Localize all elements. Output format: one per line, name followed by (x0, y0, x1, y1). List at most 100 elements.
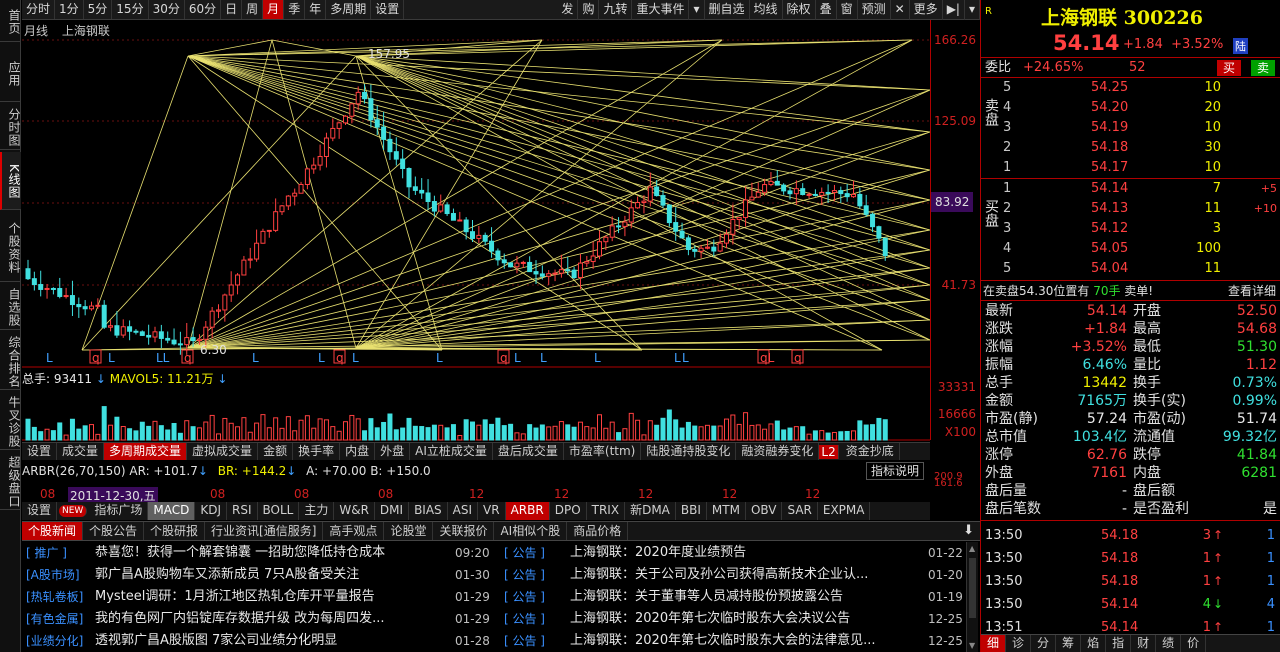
notice-title[interactable]: 上海钢联：2020年度业绩预告 (570, 542, 915, 564)
news-tab-2[interactable]: 个股研报 (144, 522, 206, 540)
vol-tab-金额[interactable]: 金额 (258, 443, 294, 460)
view-detail-link[interactable]: 查看详细 (1228, 281, 1276, 301)
ind-tab-主力[interactable]: 主力 (299, 502, 335, 520)
news-tab-0[interactable]: 个股新闻 (22, 522, 84, 540)
period-1分[interactable]: 1分 (55, 0, 84, 19)
vol-tab-AI立桩成交量[interactable]: AI立桩成交量 (410, 443, 493, 460)
detail-tab-指[interactable]: 指 (1106, 635, 1132, 652)
ind-tab-EXPMA[interactable]: EXPMA (818, 502, 871, 520)
news-category[interactable]: [业绩分化] (26, 630, 83, 652)
news-tab-3[interactable]: 行业资讯[通信服务] (205, 522, 324, 540)
ind-tab-BOLL[interactable]: BOLL (258, 502, 300, 520)
detail-tab-筹[interactable]: 筹 (1056, 635, 1082, 652)
sidebar-tab-4[interactable]: 个股资料 (0, 212, 21, 282)
news-row[interactable]: [有色金属] 我的有色网厂内铝锭库存数据升级 改为每周四发... 01-29 [ 公告… (22, 608, 980, 630)
period-日[interactable]: 日 (221, 0, 243, 19)
sidebar-tab-7[interactable]: 牛叉诊股 (0, 392, 21, 450)
sidebar-tab-8[interactable]: 超级盘口 (0, 452, 21, 510)
period-多周期[interactable]: 多周期 (326, 0, 372, 19)
sell-button[interactable]: 卖 (1251, 60, 1276, 76)
vol-tab-陆股通持股变化[interactable]: 陆股通持股变化 (641, 443, 737, 460)
detail-tab-价[interactable]: 价 (1181, 635, 1207, 652)
sidebar-tab-2[interactable]: 分时图 (0, 104, 21, 150)
ind-tab-VR[interactable]: VR (478, 502, 506, 520)
vol-tab-盘后成交量[interactable]: 盘后成交量 (493, 443, 564, 460)
sidebar-tab-1[interactable]: 应用 (0, 44, 21, 102)
buy-button[interactable]: 买 (1217, 60, 1242, 76)
vol-tab-成交量[interactable]: 成交量 (57, 443, 105, 460)
download-icon[interactable]: ⬇ (963, 523, 974, 538)
toolbar-▾[interactable]: ▾ (965, 0, 980, 20)
news-row[interactable]: [业绩分化] 透视郭广昌A股版图 7家公司业绩分化明显 01-28 [ 公告 ] 上海钢… (22, 630, 980, 652)
vol-tab-外盘[interactable]: 外盘 (375, 443, 411, 460)
ind-tab-ASI[interactable]: ASI (448, 502, 479, 520)
ind-tab-BBI[interactable]: BBI (676, 502, 707, 520)
news-title[interactable]: 透视郭广昌A股版图 7家公司业绩分化明显 (95, 630, 475, 652)
detail-tab-财[interactable]: 财 (1131, 635, 1157, 652)
toolbar-删自选[interactable]: 删自选 (705, 0, 750, 20)
kline-chart[interactable]: Lq L LL q L Lq L Lq L L L L LqL q 157.95 6.30 (22, 20, 930, 500)
notice-title[interactable]: 上海钢联：关于公司及孙公司获得高新技术企业认... (570, 564, 915, 586)
ind-tab-OBV[interactable]: OBV (746, 502, 783, 520)
detail-tab-细[interactable]: 细 (981, 635, 1007, 652)
detail-tab-诊[interactable]: 诊 (1006, 635, 1032, 652)
detail-tab-焰[interactable]: 焰 (1081, 635, 1107, 652)
ind-tab-DMI[interactable]: DMI (375, 502, 410, 520)
news-title[interactable]: 郭广昌A股购物车又添新成员 7只A股备受关注 (95, 564, 475, 586)
period-周[interactable]: 周 (242, 0, 264, 19)
news-title[interactable]: 恭喜您！获得一个解套锦囊 一招助您降低持仓成本 (95, 542, 475, 564)
toolbar-更多[interactable]: 更多 (910, 0, 943, 20)
period-季[interactable]: 季 (284, 0, 306, 19)
ind-tab-ARBR[interactable]: ARBR (505, 502, 550, 520)
detail-tab-绩[interactable]: 绩 (1156, 635, 1182, 652)
news-tab-7[interactable]: AI相似个股 (494, 522, 568, 540)
news-title[interactable]: Mysteel调研：1月浙江地区热轧仓库开平量报告 (95, 586, 475, 608)
news-tab-4[interactable]: 高手观点 (323, 522, 385, 540)
notice-category[interactable]: [ 公告 ] (504, 630, 545, 652)
period-60分[interactable]: 60分 (185, 0, 222, 19)
news-row[interactable]: [A股市场] 郭广昌A股购物车又添新成员 7只A股备受关注 01-30 [ 公告 ] 上… (22, 564, 980, 586)
news-row[interactable]: [ 推广 ] 恭喜您！获得一个解套锦囊 一招助您降低持仓成本 09:20 [ 公告 ]… (22, 542, 980, 564)
sidebar-tab-5[interactable]: 自选股 (0, 284, 21, 330)
vol-tab-内盘[interactable]: 内盘 (340, 443, 376, 460)
notice-title[interactable]: 上海钢联：2020年第七次临时股东大会决议公告 (570, 608, 915, 630)
ind-tab-MACD[interactable]: MACD (148, 502, 196, 520)
news-row[interactable]: [热轧卷板] Mysteel调研：1月浙江地区热轧仓库开平量报告 01-29 [ 公告… (22, 586, 980, 608)
vol-tab-换手率[interactable]: 换手率 (293, 443, 341, 460)
toolbar-九转[interactable]: 九转 (599, 0, 633, 20)
vol-tab-设置[interactable]: 设置 (22, 443, 58, 460)
vol-tab-虚拟成交量[interactable]: 虚拟成交量 (187, 443, 259, 460)
toolbar-叠[interactable]: 叠 (816, 0, 837, 20)
toolbar-重大事件[interactable]: 重大事件 (632, 0, 690, 20)
news-category[interactable]: [ 推广 ] (26, 542, 67, 564)
notice-title[interactable]: 上海钢联：关于董事等人员减持股份预披露公告 (570, 586, 915, 608)
sidebar-tab-0[interactable]: 首页 (0, 0, 21, 42)
detail-tab-分[interactable]: 分 (1031, 635, 1057, 652)
vol-tab-资金抄底[interactable]: 资金抄底 (841, 443, 900, 460)
news-category[interactable]: [热轧卷板] (26, 586, 83, 608)
toolbar-均线[interactable]: 均线 (750, 0, 783, 20)
toolbar-预测[interactable]: 预测 (858, 0, 891, 20)
ind-tab-TRIX[interactable]: TRIX (587, 502, 626, 520)
news-tab-1[interactable]: 个股公告 (83, 522, 145, 540)
ind-tab-设置[interactable]: 设置 (22, 502, 58, 520)
notice-category[interactable]: [ 公告 ] (504, 542, 545, 564)
period-30分[interactable]: 30分 (149, 0, 185, 19)
toolbar-购[interactable]: 购 (578, 0, 600, 20)
period-年[interactable]: 年 (305, 0, 327, 19)
notice-category[interactable]: [ 公告 ] (504, 608, 545, 630)
toolbar-窗[interactable]: 窗 (837, 0, 858, 20)
indicator-help-button[interactable]: 指标说明 (866, 462, 925, 480)
period-5分[interactable]: 5分 (84, 0, 113, 19)
notice-title[interactable]: 上海钢联：2020年第七次临时股东大会的法律意见... (570, 630, 915, 652)
news-category[interactable]: [有色金属] (26, 608, 83, 630)
ind-tab-指标广场[interactable]: 指标广场 (89, 502, 149, 520)
toolbar-✕[interactable]: ✕ (891, 0, 910, 20)
news-tab-5[interactable]: 论股堂 (384, 522, 434, 540)
news-scrollbar[interactable]: ▲ ▼ (966, 542, 978, 652)
period-月[interactable]: 月 (263, 0, 285, 19)
toolbar-▶|[interactable]: ▶| (943, 0, 965, 20)
vol-tab-市盈率(ttm)[interactable]: 市盈率(ttm) (564, 443, 642, 460)
ind-tab-MTM[interactable]: MTM (707, 502, 746, 520)
toolbar-发[interactable]: 发 (557, 0, 579, 20)
